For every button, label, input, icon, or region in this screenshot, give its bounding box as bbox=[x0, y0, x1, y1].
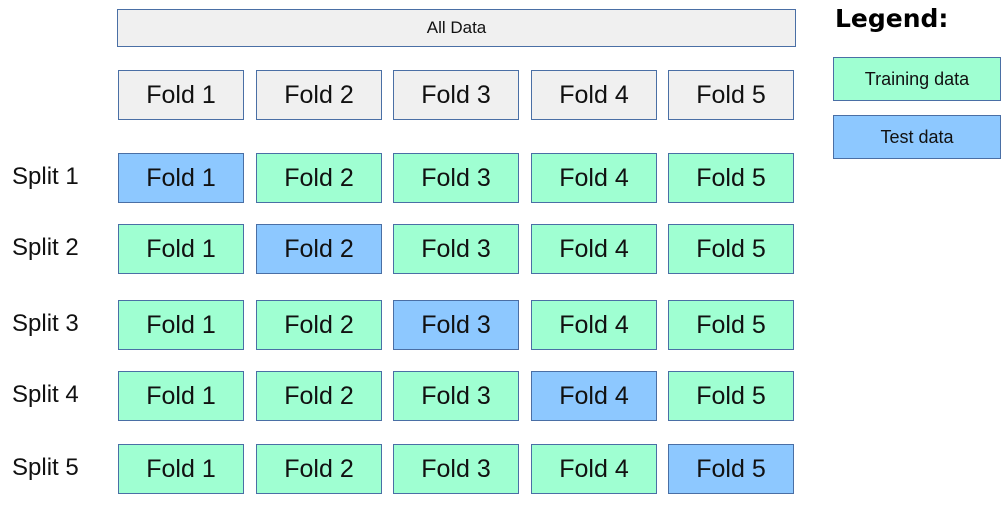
training-fold-cell: Fold 2 bbox=[256, 153, 382, 203]
training-fold-cell: Fold 5 bbox=[668, 153, 794, 203]
training-fold-cell: Fold 1 bbox=[118, 224, 244, 274]
test-fold-cell: Fold 2 bbox=[256, 224, 382, 274]
training-fold-cell: Fold 1 bbox=[118, 371, 244, 421]
training-fold-cell: Fold 2 bbox=[256, 371, 382, 421]
training-fold-cell: Fold 3 bbox=[393, 444, 519, 494]
test-fold-cell: Fold 1 bbox=[118, 153, 244, 203]
training-fold-cell: Fold 1 bbox=[118, 444, 244, 494]
test-fold-cell: Fold 3 bbox=[393, 300, 519, 350]
header-fold-1: Fold 1 bbox=[118, 70, 244, 120]
header-fold-2: Fold 2 bbox=[256, 70, 382, 120]
legend-training-data: Training data bbox=[833, 57, 1001, 101]
split-label: Split 3 bbox=[12, 310, 79, 337]
header-fold-3: Fold 3 bbox=[393, 70, 519, 120]
training-fold-cell: Fold 4 bbox=[531, 224, 657, 274]
header-fold-5: Fold 5 bbox=[668, 70, 794, 120]
split-label: Split 4 bbox=[12, 381, 79, 408]
training-fold-cell: Fold 4 bbox=[531, 153, 657, 203]
test-fold-cell: Fold 4 bbox=[531, 371, 657, 421]
training-fold-cell: Fold 2 bbox=[256, 300, 382, 350]
split-label: Split 2 bbox=[12, 234, 79, 261]
training-fold-cell: Fold 3 bbox=[393, 371, 519, 421]
split-label: Split 1 bbox=[12, 163, 79, 190]
training-fold-cell: Fold 3 bbox=[393, 224, 519, 274]
training-fold-cell: Fold 5 bbox=[668, 224, 794, 274]
training-fold-cell: Fold 4 bbox=[531, 300, 657, 350]
legend-title: Legend: bbox=[835, 4, 949, 33]
training-fold-cell: Fold 1 bbox=[118, 300, 244, 350]
training-fold-cell: Fold 4 bbox=[531, 444, 657, 494]
training-fold-cell: Fold 5 bbox=[668, 300, 794, 350]
test-fold-cell: Fold 5 bbox=[668, 444, 794, 494]
training-fold-cell: Fold 2 bbox=[256, 444, 382, 494]
training-fold-cell: Fold 5 bbox=[668, 371, 794, 421]
training-fold-cell: Fold 3 bbox=[393, 153, 519, 203]
legend-test-data: Test data bbox=[833, 115, 1001, 159]
split-label: Split 5 bbox=[12, 454, 79, 481]
all-data-box: All Data bbox=[117, 9, 796, 47]
header-fold-4: Fold 4 bbox=[531, 70, 657, 120]
